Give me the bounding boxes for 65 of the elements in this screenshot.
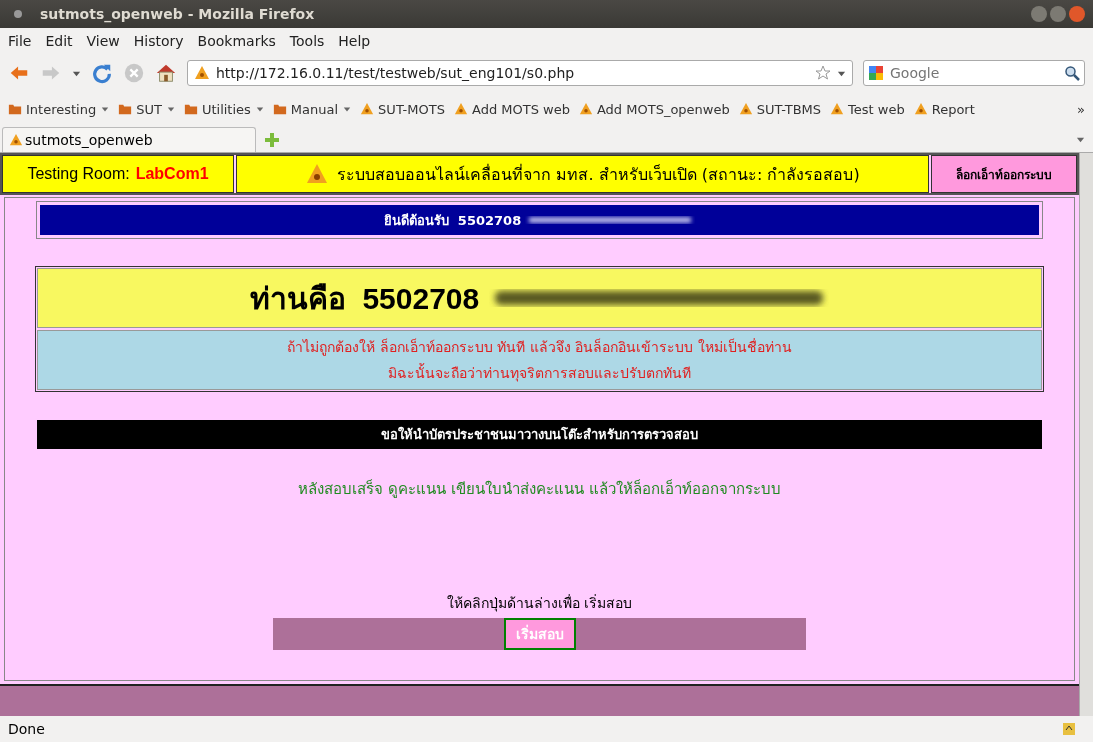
folder-icon [118, 102, 133, 116]
bookmark-item[interactable]: Report [913, 101, 975, 117]
logout-button[interactable]: ล็อกเอ็าท์ออกระบบ [931, 155, 1077, 193]
address-field[interactable]: http://172.16.0.11/test/testweb/sut_eng101/s0.php [187, 60, 853, 86]
caret-icon [166, 105, 175, 113]
status-text: Done [8, 721, 45, 737]
bookmark-item[interactable]: Add MOTS_openweb [578, 101, 730, 117]
star-icon[interactable] [815, 65, 831, 81]
folder-icon [183, 102, 198, 116]
menu-item[interactable]: Tools [289, 33, 325, 49]
site-icon [913, 102, 928, 116]
window-menu-icon[interactable] [14, 10, 22, 18]
warning-text: มิฉะนั้นจะถือว่าท่านทุจริตการสอบและปรับตกทันที [388, 362, 691, 384]
search-icon[interactable] [1064, 65, 1080, 81]
welcome-text: ยินดีต้อนรับ 5502708 [383, 211, 522, 230]
tab-list-icon[interactable] [1076, 135, 1085, 144]
folder-icon [8, 102, 22, 116]
logo-icon [305, 162, 330, 186]
bookmark-item[interactable]: SUT [118, 101, 175, 117]
bookmark-item[interactable]: Utilities [183, 101, 264, 117]
caret-icon [101, 105, 110, 113]
menu-item[interactable]: Edit [45, 33, 73, 49]
status-icon [1061, 721, 1077, 737]
bookmark-item[interactable]: Add MOTS web [453, 101, 570, 117]
system-title: ระบบสอบออนไลน์เคลื่อนที่จาก มทส. สำหรับเว็บเปิด (สถานะ: กำลังรอสอบ) [337, 163, 860, 186]
home-icon[interactable] [155, 62, 177, 84]
bookmark-item[interactable]: SUT-TBMS [738, 101, 822, 117]
bookmark-item[interactable]: Manual [272, 101, 352, 117]
site-icon [578, 102, 593, 116]
room-name: LabCom1 [135, 165, 209, 183]
stop-icon[interactable] [123, 62, 145, 84]
menu-item[interactable]: Help [338, 33, 371, 49]
bookmark-item[interactable]: Interesting [8, 101, 110, 117]
browser-tab[interactable]: sutmots_openweb [2, 127, 256, 152]
site-icon [738, 102, 753, 116]
site-icon [830, 102, 845, 116]
caret-icon [255, 105, 264, 113]
menu-item[interactable]: File [8, 33, 32, 49]
minimize-button[interactable] [1031, 6, 1047, 22]
menu-item[interactable]: View [86, 33, 120, 49]
close-button[interactable] [1069, 6, 1085, 22]
google-icon[interactable] [868, 65, 884, 81]
menu-item[interactable]: Bookmarks [197, 33, 276, 49]
site-icon [9, 133, 23, 147]
site-icon [453, 102, 468, 116]
bookmark-item[interactable]: Test web [830, 101, 905, 117]
id-card-notice: ขอให้นำบัตรประชาชนมาวางบนโต๊ะสำหรับการตรวจสอบ [37, 420, 1042, 449]
new-tab-icon[interactable] [264, 132, 280, 148]
site-icon [360, 102, 375, 116]
after-exam-text: หลังสอบเสร็จ ดูคะแนน เขียนใบนำส่งคะแนน แล้วให้ล็อกเอ็าท์ออกจากระบบ [298, 478, 781, 500]
window-title: sutmots_openweb - Mozilla Firefox [40, 6, 316, 22]
more-bookmarks-button[interactable]: » [1077, 101, 1085, 117]
maximize-button[interactable] [1050, 6, 1066, 22]
search-box[interactable]: Google [863, 60, 1085, 86]
menu-item[interactable]: History [133, 33, 184, 49]
reload-icon[interactable] [91, 62, 113, 84]
folder-icon [272, 102, 287, 116]
scrollbar[interactable] [1079, 153, 1093, 716]
warning-text: ถ้าไม่ถูกต้องให้ ล็อกเอ็าท์ออกระบบ ทันที แล้วจึง อินล็อกอินเข้าระบบ ใหม่เป็นชื่อท่าน [287, 337, 792, 358]
site-icon [194, 65, 210, 81]
caret-icon [343, 105, 352, 113]
room-label: Testing Room: [27, 165, 130, 183]
bookmark-item[interactable]: SUT-MOTS [360, 101, 445, 117]
start-prompt: ให้คลิกปุ่มด้านล่างเพื่อ เริ่มสอบ [446, 593, 633, 614]
identity-text: ท่านคือ 5502708 [249, 280, 480, 317]
